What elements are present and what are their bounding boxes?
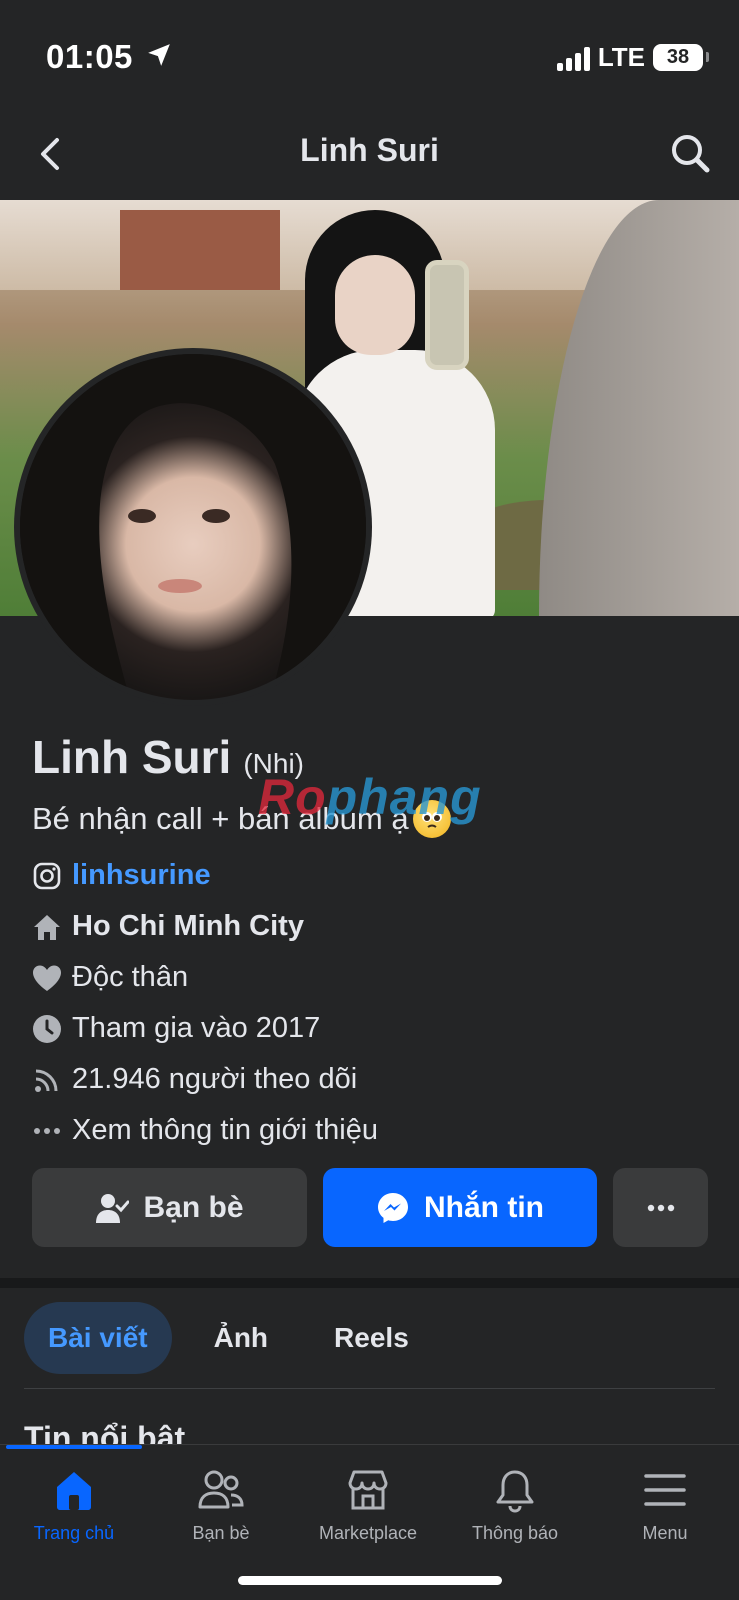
- detail-followers[interactable]: 21.946 người theo dõi: [32, 1054, 712, 1105]
- status-bar: 01:05 LTE 38: [0, 0, 739, 110]
- heart-icon: [32, 963, 62, 993]
- detail-instagram[interactable]: linhsurine: [32, 850, 712, 901]
- profile-avatar[interactable]: [14, 348, 372, 706]
- more-dots-icon: [32, 1116, 62, 1146]
- nav-item-marketplace[interactable]: Marketplace: [294, 1467, 442, 1544]
- see-about-text: Xem thông tin giới thiệu: [72, 1114, 378, 1146]
- instagram-icon: [32, 861, 62, 891]
- clock-icon: [32, 1014, 62, 1044]
- nav-label-home: Trang chủ: [33, 1523, 115, 1543]
- status-time: 01:05: [46, 38, 133, 75]
- profile-tabs: Bài viết Ảnh Reels: [24, 1302, 433, 1374]
- nav-item-home[interactable]: Trang chủ: [0, 1467, 148, 1544]
- profile-actions: Bạn bè Nhắn tin: [32, 1168, 708, 1247]
- rss-icon: [32, 1065, 62, 1095]
- detail-relationship: Độc thân: [32, 952, 712, 1003]
- signal-icon: [556, 45, 590, 71]
- tabs-divider: [24, 1388, 715, 1389]
- home-icon: [32, 912, 62, 942]
- bell-icon: [496, 1470, 534, 1513]
- nav-label-menu: Menu: [642, 1523, 688, 1543]
- message-button-label: Nhắn tin: [424, 1190, 544, 1224]
- nav-item-friends[interactable]: Bạn bè: [147, 1467, 295, 1544]
- message-button[interactable]: Nhắn tin: [323, 1168, 597, 1247]
- followers-text: 21.946 người theo dõi: [72, 1063, 358, 1095]
- instagram-link[interactable]: linhsurine: [72, 859, 211, 892]
- detail-joined: Tham gia vào 2017: [32, 1003, 712, 1054]
- detail-location: Ho Chi Minh City: [32, 901, 712, 952]
- page-title: Linh Suri: [300, 132, 439, 168]
- nav-active-indicator: [6, 1445, 142, 1449]
- profile-details: linhsurine Ho Chi Minh City Độc thân Tha…: [32, 850, 712, 1156]
- friends-icon: [198, 1470, 244, 1509]
- watermark-part-1: Ro: [258, 769, 327, 825]
- tab-posts[interactable]: Bài viết: [24, 1302, 172, 1374]
- network-type: LTE: [597, 42, 645, 72]
- search-icon: [672, 135, 710, 173]
- marketplace-icon: [348, 1470, 388, 1510]
- section-divider: [0, 1278, 739, 1288]
- nav-label-notifications: Thông báo: [471, 1523, 559, 1543]
- tab-reels[interactable]: Reels: [310, 1302, 433, 1374]
- location-text: Ho Chi Minh City: [72, 910, 304, 942]
- location-arrow-icon: [146, 42, 172, 73]
- status-indicators: LTE 38: [556, 42, 709, 73]
- profile-name: Linh Suri: [32, 731, 232, 783]
- battery-level: 38: [666, 46, 690, 68]
- more-options-button[interactable]: [613, 1168, 708, 1247]
- menu-icon: [644, 1474, 686, 1506]
- watermark-logo: Rophang: [258, 768, 482, 826]
- nav-label-marketplace: Marketplace: [318, 1523, 418, 1543]
- battery-icon: 38: [653, 44, 709, 71]
- home-indicator: [238, 1576, 502, 1585]
- search-button[interactable]: [665, 128, 715, 178]
- messenger-icon: [378, 1192, 408, 1223]
- header: Linh Suri: [0, 110, 739, 200]
- nav-item-menu[interactable]: Menu: [591, 1467, 739, 1544]
- friends-button-label: Bạn bè: [143, 1190, 244, 1224]
- friend-check-icon: [96, 1193, 130, 1223]
- nav-item-notifications[interactable]: Thông báo: [441, 1467, 589, 1544]
- tab-photos[interactable]: Ảnh: [190, 1302, 292, 1374]
- relationship-text: Độc thân: [72, 961, 189, 993]
- home-icon: [57, 1472, 91, 1510]
- friends-button[interactable]: Bạn bè: [32, 1168, 307, 1247]
- detail-see-about[interactable]: Xem thông tin giới thiệu: [32, 1105, 712, 1156]
- nav-label-friends: Bạn bè: [192, 1523, 250, 1543]
- joined-text: Tham gia vào 2017: [72, 1012, 321, 1044]
- watermark-part-2: phang: [326, 769, 482, 825]
- more-horizontal-icon: [647, 1204, 674, 1211]
